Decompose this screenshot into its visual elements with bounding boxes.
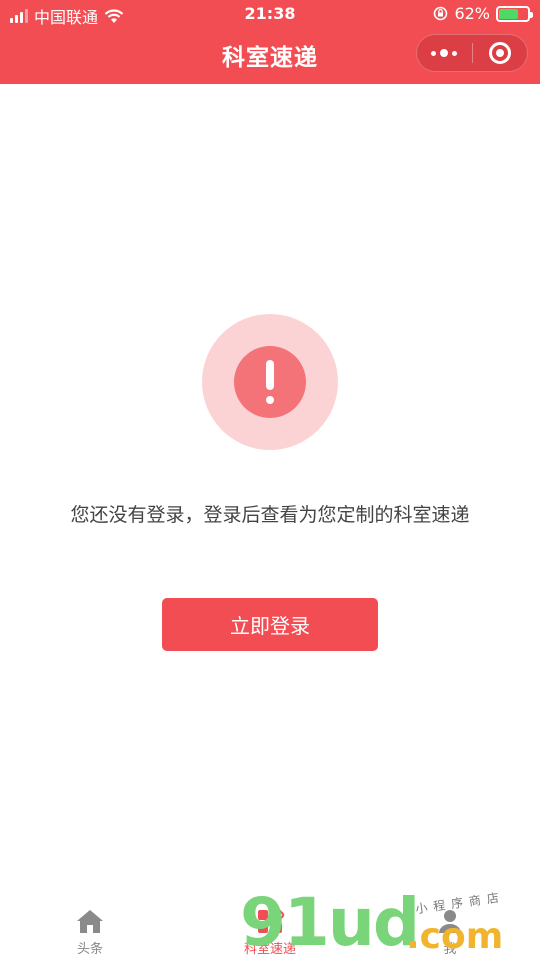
close-mini-program-button[interactable] [473,35,528,71]
tab-me[interactable]: 我 [360,900,540,960]
status-bar: 中国联通 21:38 62% [0,0,540,28]
grid-icon [258,908,285,933]
nav-bar: 科室速递 [0,28,540,84]
battery-icon [496,5,533,22]
exclamation-alert-icon [234,346,306,418]
login-button[interactable]: 立即登录 [162,598,378,651]
mini-program-capsule [416,34,528,72]
tab-bar: 头条 科室速递 我 [0,900,540,960]
home-icon [77,910,103,933]
user-icon [439,910,461,933]
tab-me-label: 我 [443,942,457,957]
header: 中国联通 21:38 62% 科室速递 [0,0,540,84]
alert-icon-container [202,314,338,450]
tab-headlines-label: 头条 [76,942,103,957]
tab-department-express-label: 科室速递 [243,942,296,957]
orientation-lock-icon [434,6,448,21]
tab-headlines[interactable]: 头条 [0,900,180,960]
tab-department-express[interactable]: 科室速递 [180,900,360,960]
more-dots-icon [431,49,458,57]
status-right: 62% [433,4,533,23]
target-circle-icon [488,42,511,64]
login-prompt-message: 您还没有登录，登录后查看为您定制的科室速递 [70,504,470,526]
battery-percent: 62% [454,4,490,23]
more-button[interactable] [417,35,472,71]
